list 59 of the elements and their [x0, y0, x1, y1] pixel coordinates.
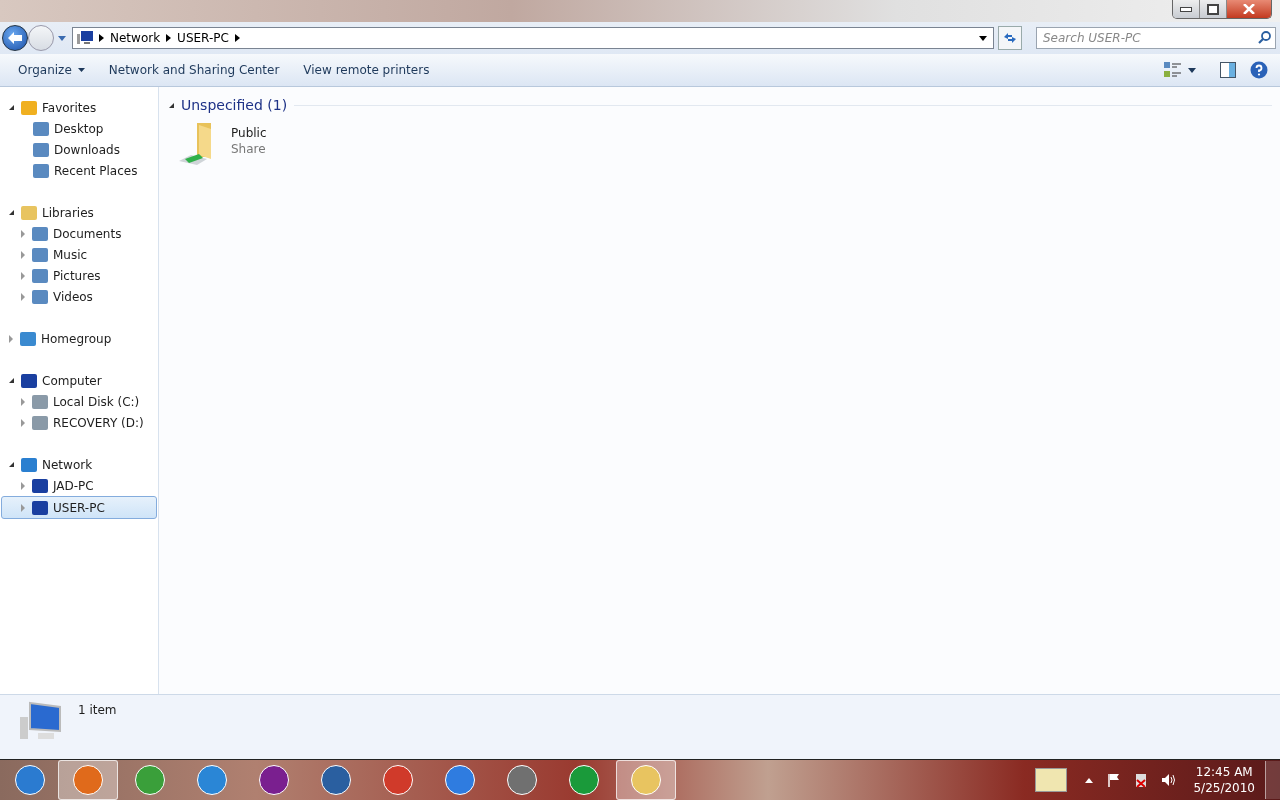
breadcrumb-arrow-icon[interactable]	[99, 34, 104, 42]
refresh-button[interactable]	[998, 26, 1022, 50]
nav-tree-item[interactable]: Downloads	[1, 139, 157, 160]
minimize-button[interactable]	[1173, 0, 1200, 18]
item-name[interactable]: Public	[231, 126, 267, 140]
nav-tree-item[interactable]: Favorites	[1, 97, 157, 118]
expand-arrow-icon[interactable]	[9, 210, 14, 215]
recent-pages-icon[interactable]	[58, 35, 66, 41]
show-hidden-icons-icon[interactable]	[1085, 777, 1094, 783]
expand-arrow-icon[interactable]	[9, 105, 14, 110]
back-arrow-icon	[7, 31, 23, 45]
group-header[interactable]: Unspecified (1)	[181, 97, 288, 113]
nav-tree-item[interactable]: Computer	[1, 370, 157, 391]
nav-tree-item[interactable]: Local Disk (C:)	[1, 391, 157, 412]
address-bar[interactable]: Network USER-PC	[72, 27, 994, 49]
nav-tree-item[interactable]: Network	[1, 454, 157, 475]
clock-time: 12:45 AM	[1195, 764, 1253, 780]
nav-tree-item[interactable]: Homegroup	[1, 328, 157, 349]
search-icon	[1258, 31, 1271, 44]
nav-tree-item[interactable]: Desktop	[1, 118, 157, 139]
restore-button[interactable]	[1200, 0, 1227, 18]
breadcrumb[interactable]: USER-PC	[177, 31, 229, 45]
speaker-icon[interactable]	[1161, 773, 1178, 787]
collapse-arrow-icon[interactable]	[169, 102, 174, 108]
search-field[interactable]: Search USER-PC	[1036, 27, 1276, 49]
breadcrumb-arrow-icon[interactable]	[166, 34, 172, 42]
taskbar-button[interactable]	[58, 760, 118, 800]
clock-date: 5/25/2010	[1193, 780, 1255, 796]
back-button[interactable]	[2, 25, 28, 51]
status-text: 1 item	[78, 703, 117, 717]
refresh-icon	[1003, 32, 1017, 44]
nav-tree-item[interactable]: Pictures	[1, 265, 157, 286]
dropdown-arrow-icon[interactable]	[979, 35, 987, 41]
dropdown-arrow-icon	[77, 68, 85, 72]
close-icon	[1243, 4, 1255, 14]
item-type: Share	[231, 142, 267, 156]
view-options-icon[interactable]	[1164, 62, 1182, 78]
toolbar-command[interactable]: Organize	[18, 63, 85, 77]
nav-tree-item[interactable]: JAD-PC	[1, 475, 157, 496]
help-icon[interactable]	[1250, 61, 1268, 79]
nav-tree-item[interactable]: RECOVERY (D:)	[1, 412, 157, 433]
nav-tree-item[interactable]: Music	[1, 244, 157, 265]
dropdown-arrow-icon[interactable]	[1188, 67, 1196, 73]
nav-tree-item[interactable]: Videos	[1, 286, 157, 307]
clock[interactable]: 12:45 AM 5/25/2010	[1185, 764, 1263, 796]
flag-icon[interactable]	[1107, 773, 1122, 787]
breadcrumb-arrow-icon[interactable]	[234, 34, 240, 42]
nav-tree-item[interactable]: Documents	[1, 223, 157, 244]
nav-tree-item[interactable]: USER-PC	[1, 496, 157, 519]
expand-arrow-icon[interactable]	[9, 378, 14, 383]
expand-arrow-icon[interactable]	[9, 462, 14, 467]
close-button[interactable]	[1227, 0, 1271, 18]
preview-pane-icon[interactable]	[1220, 62, 1236, 78]
show-desktop-button[interactable]	[1265, 761, 1280, 799]
nav-tree-item[interactable]: Libraries	[1, 202, 157, 223]
toolbar-command[interactable]: Network and Sharing Center	[108, 63, 280, 77]
toolbar-command[interactable]: View remote printers	[303, 63, 430, 77]
breadcrumb[interactable]: Network	[110, 31, 161, 45]
nav-tree-item[interactable]: Recent Places	[1, 160, 157, 181]
